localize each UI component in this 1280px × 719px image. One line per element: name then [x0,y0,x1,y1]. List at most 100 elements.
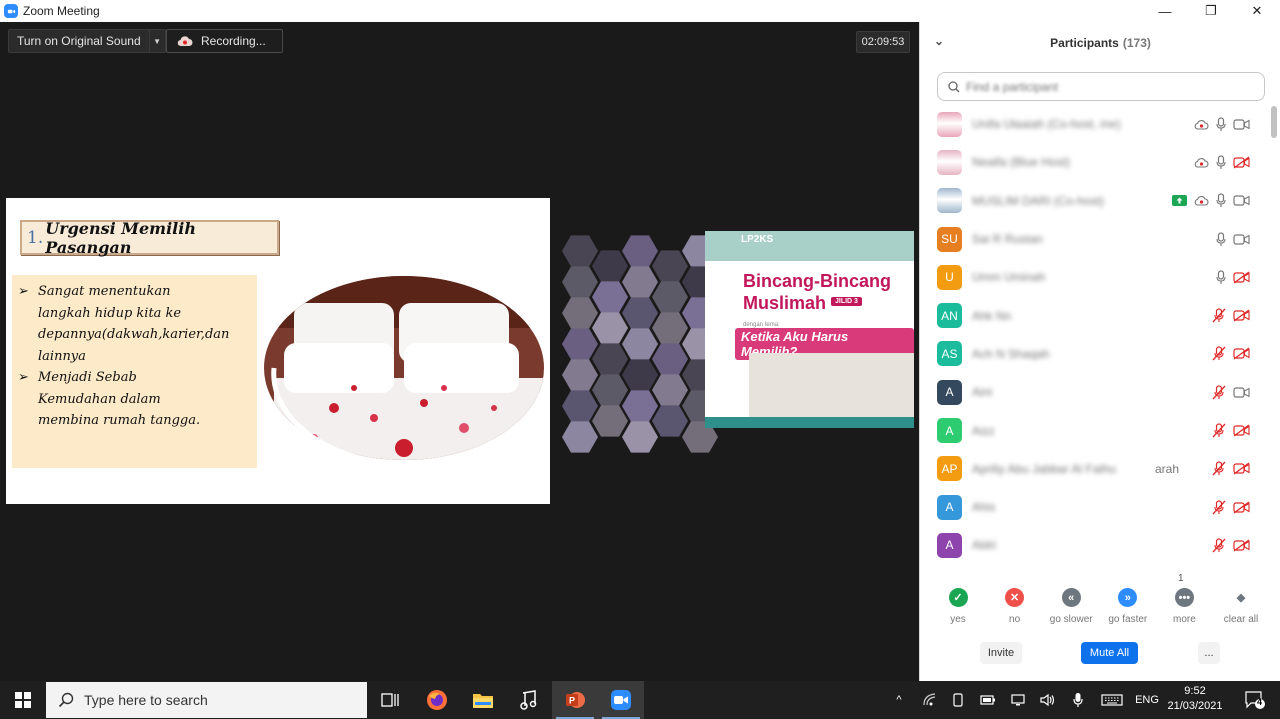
microphone-muted-icon[interactable] [1212,461,1226,476]
taskbar-zoom[interactable] [598,681,644,719]
microphone-muted-icon[interactable] [1212,538,1226,553]
taskbar-powerpoint[interactable]: P [552,681,598,719]
bullet-line: membina rumah tangga. [38,413,201,428]
participant-row[interactable]: A Aizz [920,411,1272,449]
participant-status-icons [1216,270,1250,285]
avatar [937,111,962,137]
participant-search-input[interactable] [966,79,1246,94]
participant-row[interactable]: A Aini [920,373,1272,411]
microphone-muted-icon[interactable] [1212,423,1226,438]
hexagon-tile [562,390,598,422]
wifi-status[interactable] [918,681,942,719]
taskbar-clock[interactable]: 9:52 21/03/2021 [1160,684,1230,714]
participant-row[interactable]: Unifa Ulaaiah (Co-host, me) [920,105,1272,143]
video-off-icon[interactable] [1233,424,1250,437]
taskbar-file-explorer[interactable] [460,681,506,719]
windows-start-button[interactable] [0,681,45,719]
video-off-icon[interactable] [1233,539,1250,552]
avatar: A [937,532,962,558]
banner-header [705,231,914,261]
participant-row[interactable]: AS Ach N Shaqah [920,335,1272,373]
hexagon-tile [622,359,658,391]
video-off-icon[interactable] [1233,462,1250,475]
microphone-muted-icon[interactable] [1212,308,1226,323]
video-icon[interactable] [1233,233,1250,245]
show-hidden-icons-button[interactable]: ^ [888,681,910,719]
participant-row[interactable]: Neaifa (Blue Host) [920,143,1272,181]
touch-keyboard-button[interactable] [1098,681,1126,719]
participant-row[interactable]: MUSLIM DARI (Co-host) [920,182,1272,220]
reaction-clear-all-button[interactable]: ◆ clear all [1211,588,1271,625]
participant-row[interactable]: SU Sai R Rustan [920,220,1272,258]
recording-label: Recording... [201,34,266,48]
battery-status[interactable] [976,681,1000,719]
microphone-status[interactable] [1066,681,1090,719]
minimize-button[interactable]: — [1142,0,1188,22]
microphone-icon[interactable] [1216,231,1226,247]
firefox-icon [427,690,447,710]
hexagon-tile [592,312,628,344]
collapse-chevron-icon[interactable]: ⌄ [934,34,944,48]
reaction-go-faster-button[interactable]: » go faster [1098,588,1158,625]
participant-name: Aldri [972,538,997,553]
video-icon[interactable] [1233,119,1250,130]
participant-name: Neaifa (Blue Host) [972,155,1071,170]
reaction-no-button[interactable]: ✕ no [985,588,1045,625]
participant-row[interactable]: U Umm Uminah [920,258,1272,296]
restore-button[interactable]: ❐ [1188,0,1234,22]
search-icon [58,692,74,708]
video-off-icon[interactable] [1233,156,1250,169]
reaction-yes-button[interactable]: ✓ yes [928,588,988,625]
meet-now-status[interactable] [946,681,970,719]
window-titlebar: Zoom Meeting — ❐ ✕ [0,0,1280,22]
microphone-icon[interactable] [1216,270,1226,285]
video-icon[interactable] [1233,387,1250,398]
language-indicator[interactable]: ENG [1132,681,1162,719]
windows-taskbar: Type here to search P ^ ENG 9:52 21/03/2… [0,681,1280,719]
microphone-icon[interactable] [1216,193,1226,208]
microphone-muted-icon[interactable] [1212,385,1226,400]
participant-name: Ahk Nn [972,308,1012,323]
video-off-icon[interactable] [1233,347,1250,360]
invite-button[interactable]: Invite [980,642,1022,664]
avatar: SU [937,226,962,252]
video-off-icon[interactable] [1233,309,1250,322]
volume-status[interactable] [1036,681,1060,719]
video-icon[interactable] [1233,195,1250,206]
reaction-go-slower-button[interactable]: « go slower [1041,588,1101,625]
taskbar-media-app[interactable] [506,681,552,719]
task-view-button[interactable] [367,681,413,719]
participant-list-scrollbar[interactable] [1271,106,1277,566]
more-options-button[interactable]: ... [1198,642,1220,664]
hexagon-tile [622,266,658,298]
participant-status-icons [1212,500,1250,515]
recording-indicator[interactable]: Recording... [166,29,283,53]
microphone-muted-icon[interactable] [1212,500,1226,515]
taskbar-firefox[interactable] [414,681,460,719]
participant-row[interactable]: A Aldri [920,526,1272,564]
participants-header: ⌄ Participants (173) [920,22,1280,64]
participant-row[interactable]: A Ahis [920,488,1272,526]
microphone-icon[interactable] [1216,155,1226,170]
close-button[interactable]: ✕ [1234,0,1280,22]
participant-row[interactable]: AN Ahk Nn [920,296,1272,334]
participant-search[interactable] [937,72,1265,101]
taskbar-search-box[interactable]: Type here to search [46,682,367,718]
sofa-image [749,353,914,421]
bullet-line: langkah hidup kita ke [38,305,182,321]
microphone-icon[interactable] [1216,117,1226,132]
microphone-muted-icon[interactable] [1212,346,1226,361]
participant-row[interactable]: AP Apriliy Abu Jabbar Al Fathu arah [920,450,1272,488]
reaction-label: no [1009,614,1021,625]
hexagon-tile [622,297,658,329]
mute-all-button[interactable]: Mute All [1081,642,1138,664]
display-status[interactable] [1006,681,1030,719]
chevron-down-icon[interactable]: ▼ [148,30,165,52]
video-off-icon[interactable] [1233,271,1250,284]
action-center-button[interactable]: 4 [1238,681,1272,719]
original-sound-button[interactable]: Turn on Original Sound ▼ [8,29,166,53]
video-off-icon[interactable] [1233,501,1250,514]
reaction-label: go slower [1049,614,1093,625]
participant-status-icons [1216,231,1250,247]
reaction-more-button[interactable]: ••• more [1154,588,1214,625]
